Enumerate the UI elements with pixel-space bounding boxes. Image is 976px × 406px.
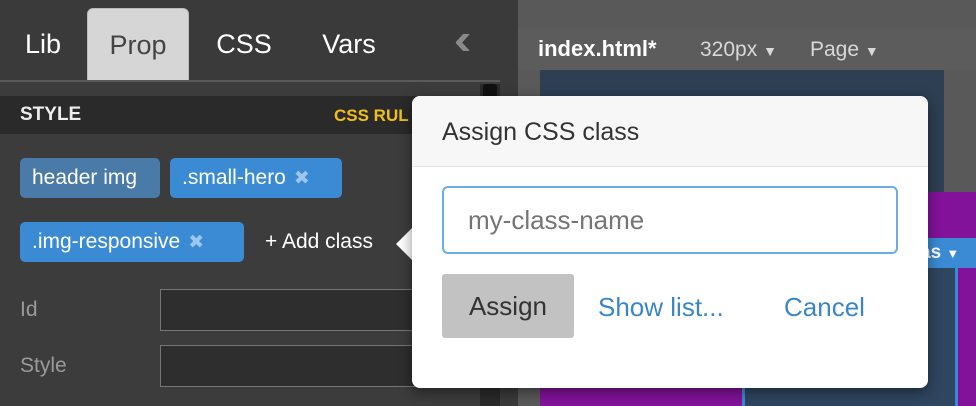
tab-css[interactable]: CSS [196,8,292,80]
cancel-link[interactable]: Cancel [784,292,865,323]
popover-header: Assign CSS class [412,96,928,167]
width-dropdown-label: 320px [700,38,758,61]
tab-lib[interactable]: Lib [0,8,86,80]
assign-class-popover: Assign CSS class Assign Show list... Can… [412,96,928,388]
popover-arrow [396,228,412,260]
class-tag-label: header img [32,166,138,189]
show-list-link[interactable]: Show list... [598,292,724,323]
style-section-title: STYLE [20,104,82,125]
panel-tab-bar: Lib Prop CSS Vars ‹‹ [0,0,500,82]
caret-down-icon: ▼ [763,43,777,59]
popover-title: Assign CSS class [442,118,640,146]
tab-vars[interactable]: Vars [300,8,398,80]
style-field-label: Style [20,354,67,377]
page-dropdown[interactable]: Page ▼ [810,38,879,62]
remove-icon[interactable]: ✖ [188,232,204,253]
double-chevron-left-icon[interactable]: ‹‹ [454,18,472,62]
caret-down-icon: ▼ [946,246,960,261]
css-rules-link[interactable]: CSS RUL [334,106,409,126]
class-tag-label: .small-hero [182,166,286,189]
tab-prop[interactable]: Prop [87,8,189,80]
caret-down-icon: ▼ [864,43,879,59]
assign-button[interactable]: Assign [442,274,574,338]
document-filename[interactable]: index.html* [538,36,657,62]
class-name-input[interactable] [442,186,898,254]
class-tag-small-hero[interactable]: .small-hero ✖ [170,158,342,198]
width-dropdown[interactable]: 320px ▼ [700,38,777,62]
page-dropdown-label: Page [810,38,860,61]
remove-icon[interactable]: ✖ [294,168,310,189]
class-tag-img-responsive[interactable]: .img-responsive ✖ [20,222,244,262]
add-class-button[interactable]: + Add class [265,230,373,254]
class-tag-header-img[interactable]: header img [20,158,160,198]
class-tag-label: .img-responsive [32,230,181,253]
id-field-label: Id [20,298,38,321]
